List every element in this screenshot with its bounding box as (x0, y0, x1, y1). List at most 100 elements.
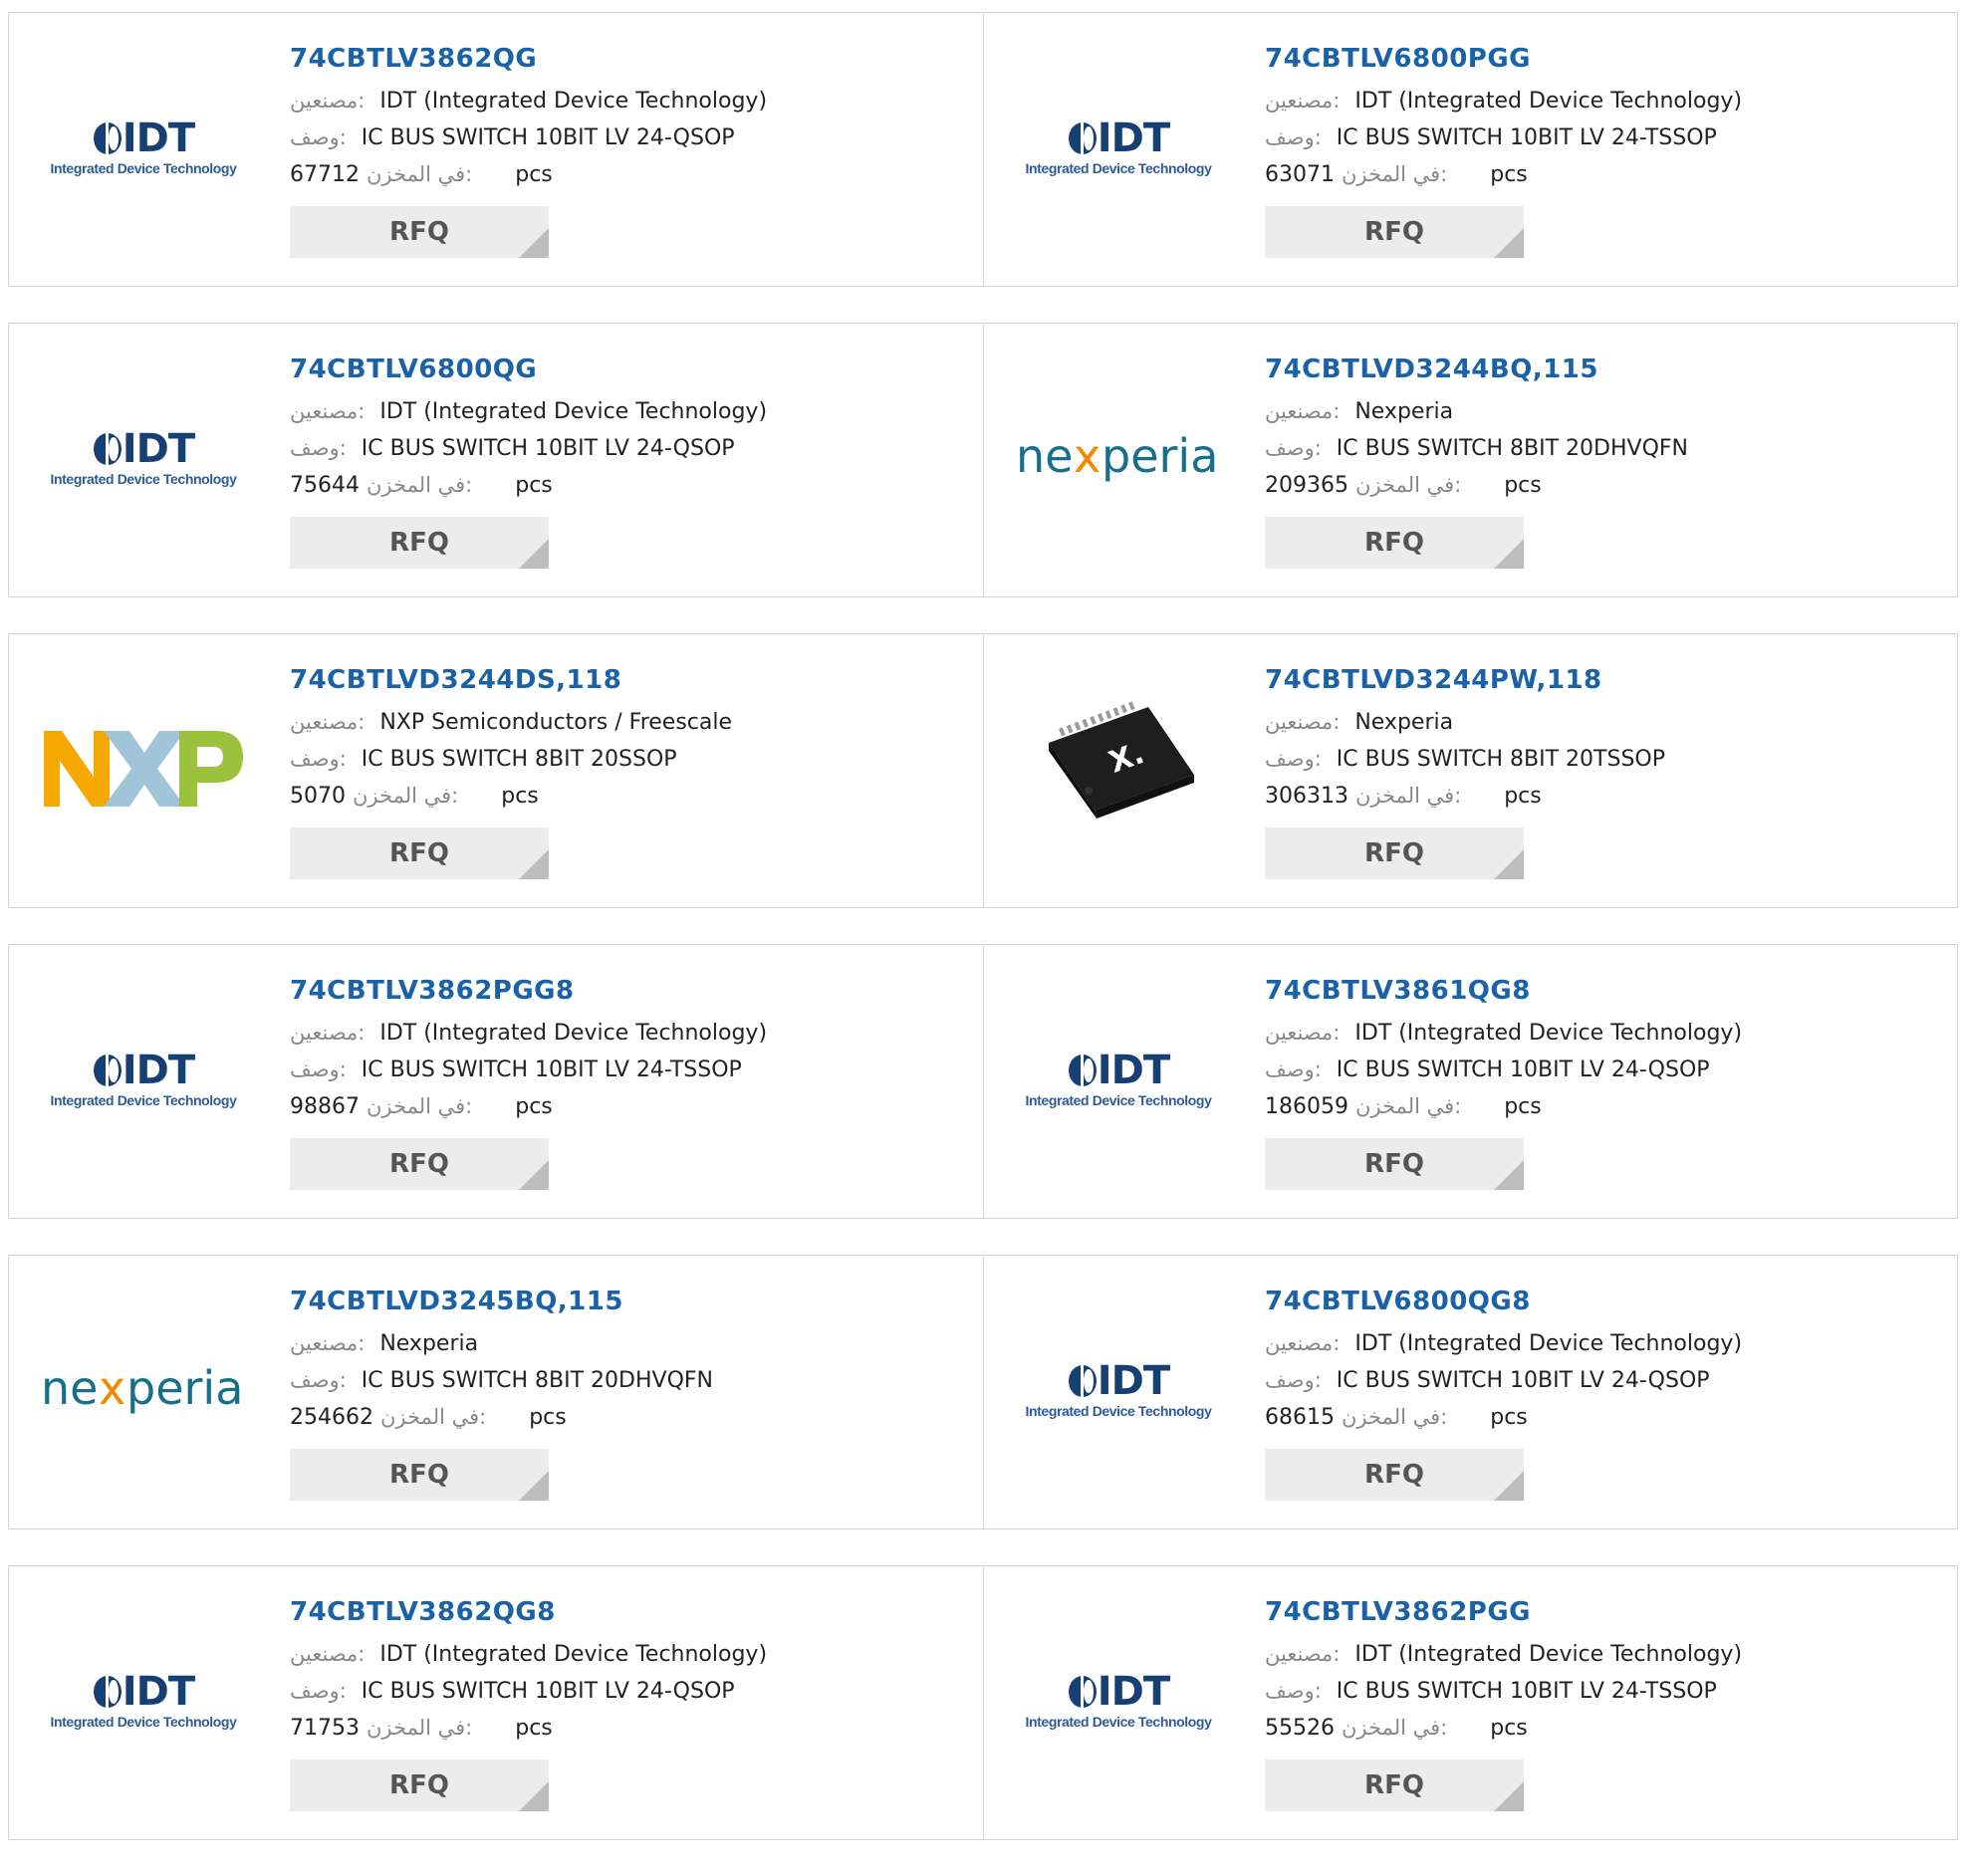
manufacturer-line: مصنعين: IDT (Integrated Device Technolog… (1265, 83, 1947, 119)
nexperia-logo: ne x peria (41, 1361, 243, 1415)
product-card: ne x peria 74CBTLVD3245BQ,115 مصنعين: Nexp… (9, 1256, 983, 1528)
part-number-link[interactable]: 74CBTLV3862QG (290, 43, 973, 75)
rfq-button[interactable]: RFQ (290, 827, 549, 879)
rfq-button[interactable]: RFQ (1265, 1759, 1524, 1811)
rfq-label: RFQ (389, 217, 449, 247)
stock-unit: pcs (1504, 1094, 1542, 1119)
stock-value: 306313 (1265, 784, 1348, 809)
description-value: IC BUS SWITCH 8BIT 20DHVQFN (1336, 436, 1689, 461)
description-line: وصف: IC BUS SWITCH 8BIT 20DHVQFN (290, 1362, 973, 1399)
rfq-button[interactable]: RFQ (1265, 517, 1524, 569)
idt-logo: IDT Integrated Device Technology (51, 1672, 237, 1730)
rfq-button[interactable]: RFQ (290, 1138, 549, 1190)
stock-line: 98867 في المخزن: pcs (290, 1088, 973, 1125)
svg-text:peria: peria (1102, 429, 1218, 483)
description-value: IC BUS SWITCH 10BIT LV 24-TSSOP (361, 1057, 742, 1082)
description-line: وصف: IC BUS SWITCH 10BIT LV 24-QSOP (290, 119, 973, 156)
stock-label: في المخزن: (367, 162, 473, 186)
stock-unit: pcs (501, 784, 539, 809)
product-grid: IDT Integrated Device Technology 74CBTLV3… (8, 12, 1958, 1876)
stock-label: في المخزن: (379, 1405, 487, 1429)
description-label: وصف: (290, 747, 347, 771)
stock-unit: pcs (529, 1405, 567, 1430)
part-number-link[interactable]: 74CBTLVD3244PW,118 (1265, 664, 1947, 696)
product-info: 74CBTLV3862QG مصنعين: IDT (Integrated De… (290, 43, 973, 258)
description-label: وصف: (290, 436, 347, 460)
manufacturer-label: مصنعين: (1265, 1331, 1341, 1355)
part-number-link[interactable]: 74CBTLVD3245BQ,115 (290, 1286, 973, 1317)
description-line: وصف: IC BUS SWITCH 10BIT LV 24-TSSOP (1265, 1673, 1947, 1710)
part-number-link[interactable]: 74CBTLV3861QG8 (1265, 975, 1947, 1007)
description-label: وصف: (1265, 1057, 1322, 1081)
corner-triangle-icon (519, 1781, 549, 1811)
description-label: وصف: (290, 1679, 347, 1703)
rfq-button[interactable]: RFQ (290, 517, 549, 569)
product-card: IDT Integrated Device Technology 74CBTLV3… (983, 1566, 1957, 1839)
rfq-label: RFQ (1364, 1149, 1424, 1179)
manufacturer-line: مصنعين: IDT (Integrated Device Technolog… (290, 1015, 973, 1052)
manufacturer-value: Nexperia (1354, 399, 1454, 424)
stock-unit: pcs (515, 1094, 553, 1119)
product-card: IDT Integrated Device Technology 74CBTLV6… (983, 13, 1957, 286)
description-line: وصف: IC BUS SWITCH 10BIT LV 24-QSOP (1265, 1052, 1947, 1088)
stock-value: 71753 (290, 1716, 360, 1741)
chip-package-icon: X. (1049, 701, 1194, 819)
stock-unit: pcs (515, 1716, 553, 1741)
manufacturer-logo: X. (1014, 694, 1223, 843)
product-row: IDT Integrated Device Technology 74CBTLV6… (8, 323, 1958, 597)
part-number-link[interactable]: 74CBTLVD3244BQ,115 (1265, 353, 1947, 385)
rfq-button[interactable]: RFQ (290, 1449, 549, 1501)
product-info: 74CBTLV3862PGG مصنعين: IDT (Integrated D… (1265, 1596, 1947, 1811)
manufacturer-line: مصنعين: Nexperia (1265, 704, 1947, 741)
part-number-link[interactable]: 74CBTLVD3244DS,118 (290, 664, 973, 696)
stock-label: في المخزن: (1342, 1405, 1448, 1429)
idt-wordmark: IDT (122, 426, 195, 472)
part-number-link[interactable]: 74CBTLV3862PGG (1265, 1596, 1947, 1628)
part-number-link[interactable]: 74CBTLV6800QG (290, 353, 973, 385)
product-card: 74CBTLVD3244DS,118 مصنعين: NXP Semicondu… (9, 634, 983, 907)
manufacturer-label: مصنعين: (1265, 399, 1341, 423)
rfq-button[interactable]: RFQ (1265, 1138, 1524, 1190)
description-label: وصف: (290, 1057, 347, 1081)
product-card: ne x peria 74CBTLVD3244BQ,115 مصنعين: Nexp… (983, 324, 1957, 596)
manufacturer-logo: IDT Integrated Device Technology (39, 1005, 248, 1154)
stock-unit: pcs (1490, 1716, 1528, 1741)
manufacturer-logo: IDT Integrated Device Technology (1014, 73, 1223, 222)
rfq-button[interactable]: RFQ (1265, 206, 1524, 258)
stock-label: في المخزن: (367, 473, 473, 497)
part-number-link[interactable]: 74CBTLV3862QG8 (290, 1596, 973, 1628)
manufacturer-line: مصنعين: NXP Semiconductors / Freescale (290, 704, 973, 741)
corner-triangle-icon (1494, 849, 1524, 879)
stock-unit: pcs (1504, 473, 1542, 498)
part-number-link[interactable]: 74CBTLV3862PGG8 (290, 975, 973, 1007)
product-card: IDT Integrated Device Technology 74CBTLV3… (9, 945, 983, 1218)
part-number-link[interactable]: 74CBTLV6800PGG (1265, 43, 1947, 75)
rfq-button[interactable]: RFQ (290, 206, 549, 258)
manufacturer-label: مصنعين: (290, 399, 366, 423)
stock-line: 71753 في المخزن: pcs (290, 1710, 973, 1747)
stock-label: في المخزن: (353, 784, 459, 808)
idt-logo: IDT Integrated Device Technology (51, 1051, 237, 1108)
manufacturer-value: Nexperia (1354, 710, 1454, 735)
stock-line: 63071 في المخزن: pcs (1265, 156, 1947, 193)
rfq-button[interactable]: RFQ (1265, 1449, 1524, 1501)
stock-value: 67712 (290, 162, 360, 187)
stock-line: 186059 في المخزن: pcs (1265, 1088, 1947, 1125)
manufacturer-value: IDT (Integrated Device Technology) (1354, 1331, 1743, 1356)
manufacturer-label: مصنعين: (1265, 1642, 1341, 1666)
rfq-label: RFQ (389, 1770, 449, 1800)
product-info: 74CBTLV3862QG8 مصنعين: IDT (Integrated D… (290, 1596, 973, 1811)
idt-mark-icon (93, 121, 122, 155)
product-card: IDT Integrated Device Technology 74CBTLV6… (983, 1256, 1957, 1528)
part-number-link[interactable]: 74CBTLV6800QG8 (1265, 1286, 1947, 1317)
rfq-button[interactable]: RFQ (290, 1759, 549, 1811)
manufacturer-line: مصنعين: Nexperia (1265, 393, 1947, 430)
manufacturer-value: IDT (Integrated Device Technology) (379, 1642, 768, 1667)
manufacturer-label: مصنعين: (290, 1642, 366, 1666)
stock-line: 5070 في المخزن: pcs (290, 778, 973, 815)
product-info: 74CBTLVD3245BQ,115 مصنعين: Nexperia وصف:… (290, 1286, 973, 1501)
rfq-button[interactable]: RFQ (1265, 827, 1524, 879)
manufacturer-label: مصنعين: (1265, 710, 1341, 734)
idt-tagline: Integrated Device Technology (1025, 1092, 1212, 1108)
stock-line: 209365 في المخزن: pcs (1265, 467, 1947, 504)
